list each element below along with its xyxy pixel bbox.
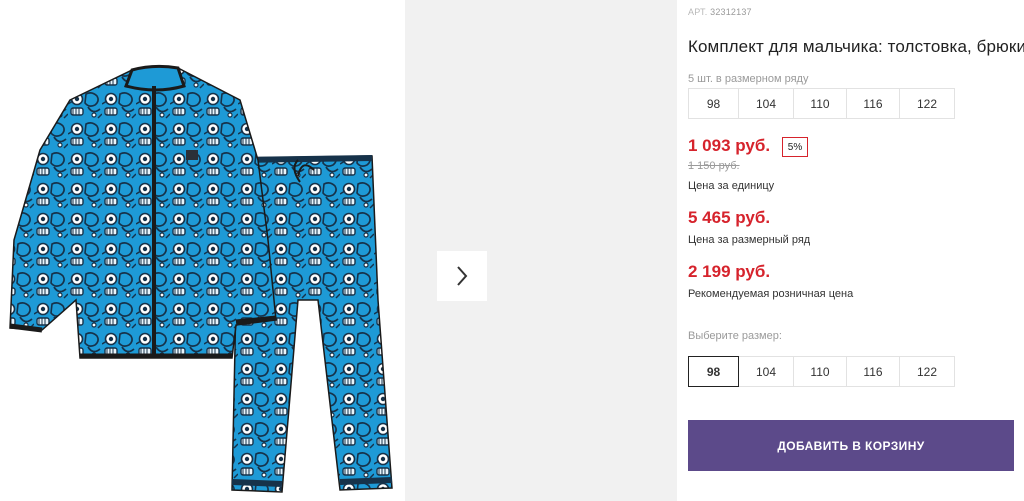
gallery-next-button[interactable] xyxy=(437,251,487,301)
size-option-104[interactable]: 104 xyxy=(738,356,794,387)
retail-price: 2 199 руб. xyxy=(688,262,771,281)
size-option-116[interactable]: 116 xyxy=(846,356,900,387)
size-option-110[interactable]: 110 xyxy=(793,356,847,387)
pack-note: 5 шт. в размерном ряду xyxy=(688,73,809,85)
old-price: 1 150 руб. xyxy=(688,160,740,172)
sku: АРТ. 32312137 xyxy=(688,7,752,17)
jacket xyxy=(9,64,277,359)
pack-size-122: 122 xyxy=(899,88,955,119)
retail-price-label: Рекомендуемая розничная цена xyxy=(688,288,854,300)
pack-size-116: 116 xyxy=(846,88,900,119)
pack-price: 5 465 руб. xyxy=(688,208,771,227)
size-select-label: Выберите размер: xyxy=(688,330,782,342)
size-option-122[interactable]: 122 xyxy=(899,356,955,387)
pack-size-104: 104 xyxy=(738,88,794,119)
product-title: Комплект для мальчика: толстовка, брюки xyxy=(688,37,1024,56)
size-option-98[interactable]: 98 xyxy=(688,356,739,387)
size-selector: 98 104 110 116 122 xyxy=(688,356,955,387)
add-to-cart-button[interactable]: ДОБАВИТЬ В КОРЗИНУ xyxy=(688,420,1014,471)
pack-size-110: 110 xyxy=(793,88,847,119)
unit-price: 1 093 руб. xyxy=(688,136,771,155)
sku-label: АРТ. xyxy=(688,7,708,17)
sku-value: 32312137 xyxy=(710,7,752,17)
pack-size-98: 98 xyxy=(688,88,739,119)
unit-price-label: Цена за единицу xyxy=(688,180,775,192)
product-image[interactable] xyxy=(0,0,405,501)
pack-size-row: 98 104 110 116 122 xyxy=(688,88,955,119)
product-info: АРТ. 32312137 Комплект для мальчика: тол… xyxy=(688,0,1024,501)
chevron-right-icon xyxy=(457,266,468,286)
product-photo xyxy=(9,64,393,493)
pack-price-label: Цена за размерный ряд xyxy=(688,234,811,246)
discount-badge: 5% xyxy=(782,137,808,157)
